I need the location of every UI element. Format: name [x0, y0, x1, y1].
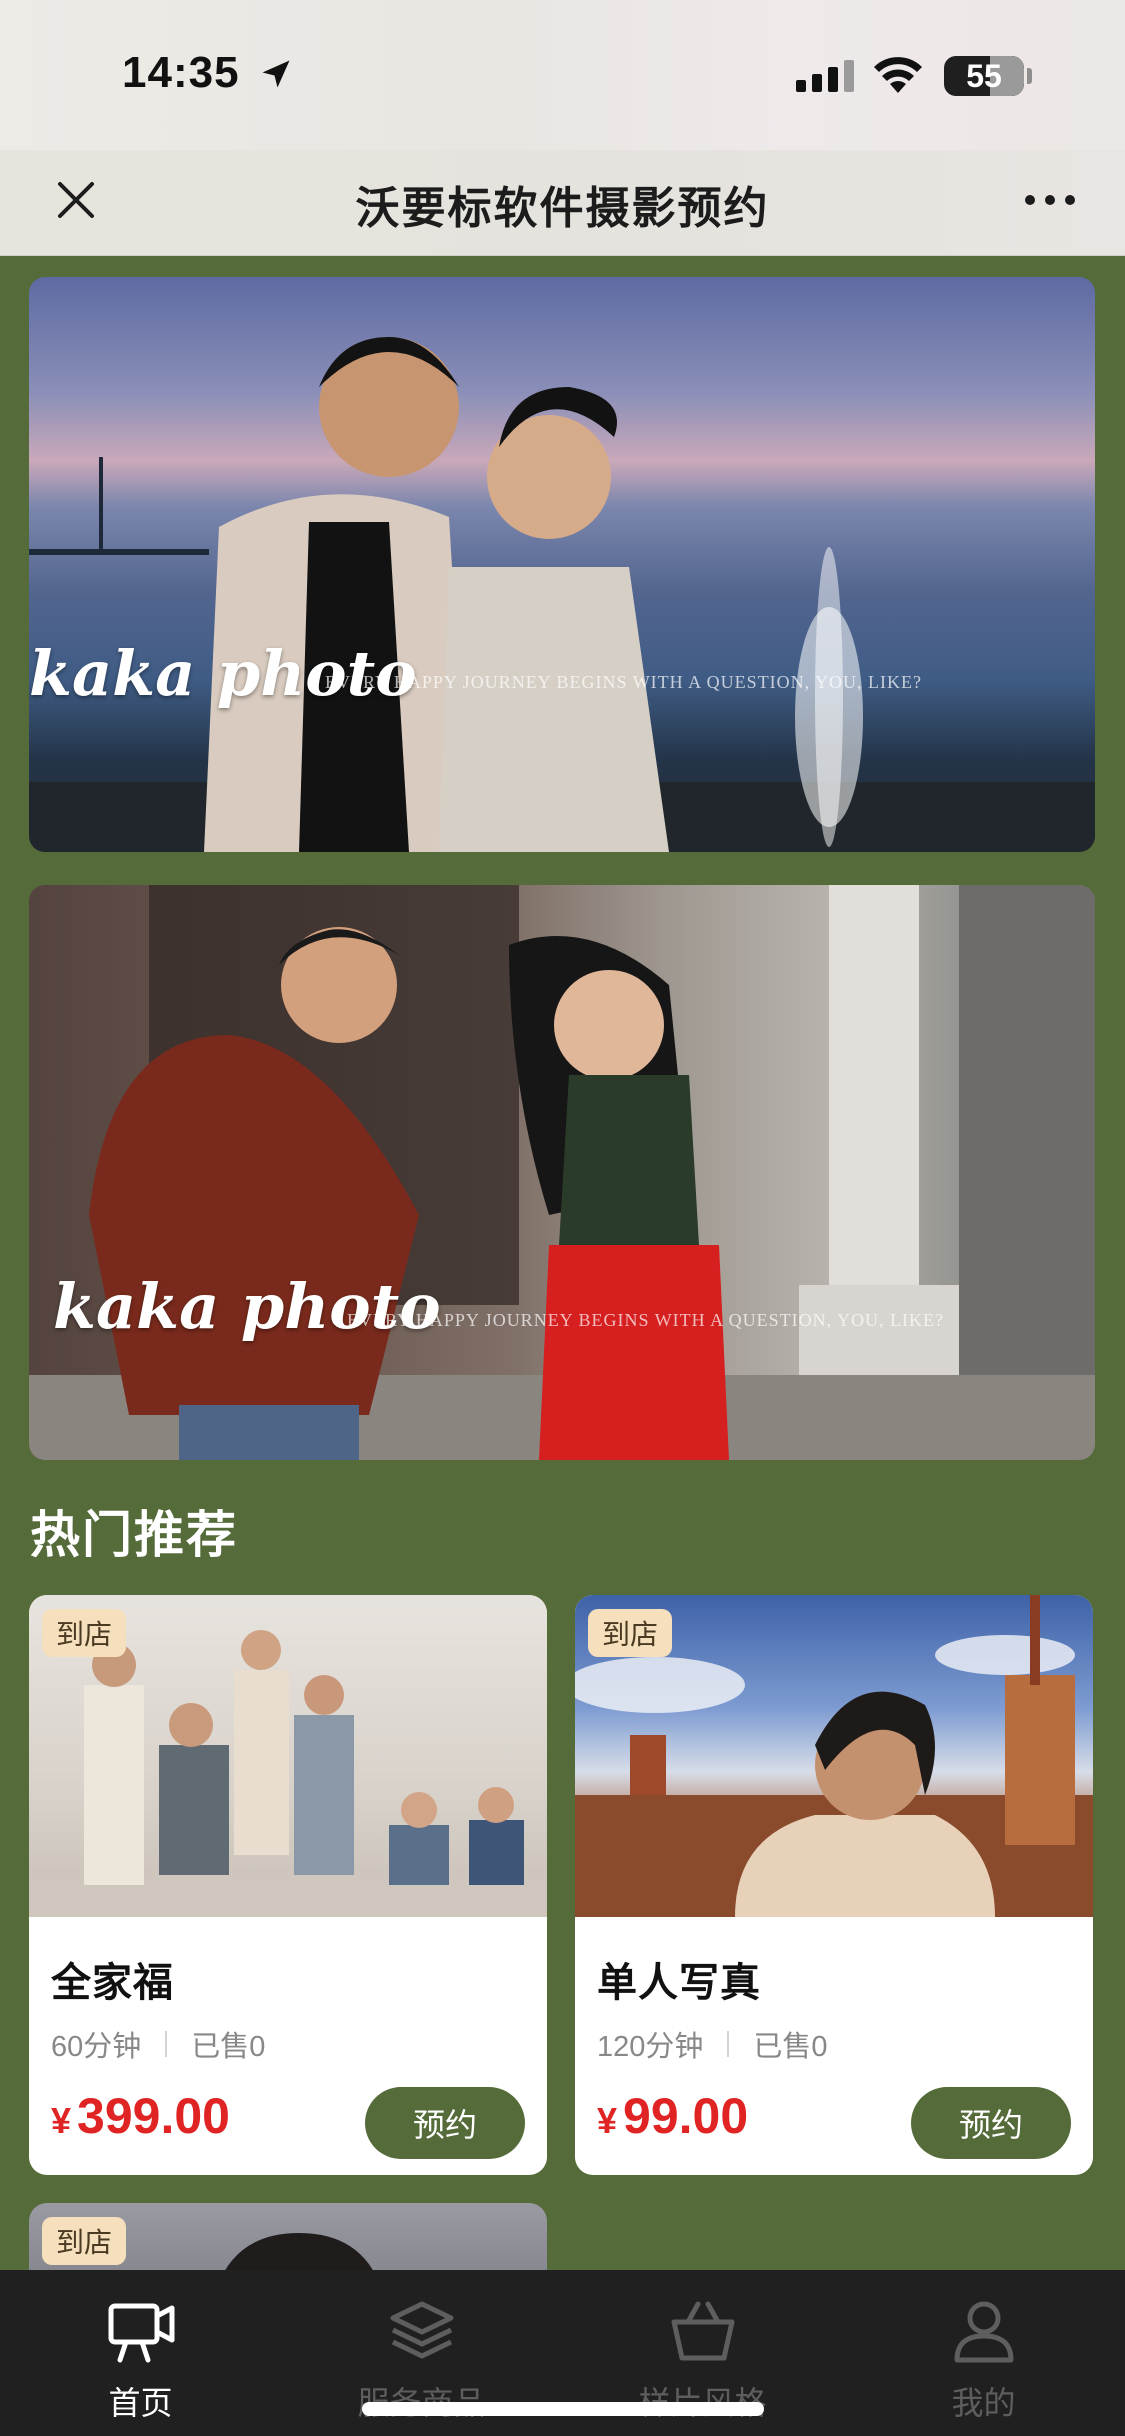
banner-2-photo	[29, 885, 1095, 1460]
more-icon[interactable]	[1020, 188, 1080, 212]
banner-1-photo	[29, 337, 1095, 852]
tab-mine[interactable]: 我的	[843, 2270, 1124, 2436]
tab-label: 服务商品	[281, 2378, 562, 2424]
status-bar: 14:35 55	[0, 0, 1125, 150]
user-icon	[954, 2301, 1014, 2363]
section-title-hot: 热门推荐	[30, 1507, 238, 1563]
wifi-icon	[874, 57, 922, 93]
tab-label: 我的	[951, 2385, 1016, 2421]
layers-icon	[390, 2301, 454, 2359]
product-duration: 60分钟	[51, 2031, 142, 2063]
banner-1-subtext: EVERY HAPPY JOURNEY BEGINS WITH A QUESTI…	[325, 672, 922, 692]
tab-home[interactable]: 首页	[0, 2270, 281, 2436]
battery-level: 55	[966, 57, 1002, 94]
nav-bar: 沃要标软件摄影预约	[0, 150, 1125, 256]
product-name: 全家福	[51, 1961, 174, 2005]
banner-image-2[interactable]: kaka photo EVERY HAPPY JOURNEY BEGINS WI…	[29, 885, 1095, 1460]
product-sold: 已售0	[191, 2031, 266, 2063]
price-amount: 99.00	[623, 2088, 749, 2144]
location-arrow-icon	[262, 60, 290, 88]
banner-2-label: kaka photo	[53, 1270, 441, 1343]
banner-image-1[interactable]: kaka photo EVERY HAPPY JOURNEY BEGINS WI…	[29, 277, 1095, 852]
product-duration: 120分钟	[597, 2031, 704, 2063]
battery-icon: 55	[944, 56, 1024, 96]
tab-label: 首页	[108, 2385, 173, 2421]
price-currency: ¥	[51, 2100, 72, 2141]
product-meta: 60分钟 已售0	[51, 2023, 265, 2065]
product-image[interactable]: 到店	[575, 1595, 1093, 1917]
tag-in-store: 到店	[588, 1609, 673, 1657]
product-image[interactable]: 到店	[29, 1595, 547, 1917]
product-price: ¥99.00	[597, 2087, 748, 2145]
basket-icon	[671, 2301, 735, 2361]
book-button[interactable]: 预约	[911, 2087, 1071, 2159]
product-meta: 120分钟 已售0	[597, 2023, 828, 2065]
book-button[interactable]: 预约	[365, 2087, 525, 2159]
meta-divider	[165, 2031, 168, 2057]
status-time: 14:35	[122, 48, 240, 97]
product-card-family[interactable]: 到店 全家福 60分钟 已售0 ¥399.00 预约	[29, 1595, 547, 2175]
home-indicator	[362, 2402, 764, 2416]
product-price: ¥399.00	[51, 2087, 230, 2145]
meta-divider	[727, 2031, 730, 2057]
product-card-portrait[interactable]: 到店 单人写真 120分钟 已售0 ¥99.00 预约	[575, 1595, 1093, 2175]
product-sold: 已售0	[753, 2031, 828, 2063]
price-amount: 399.00	[77, 2088, 230, 2144]
battery-tip	[1027, 68, 1032, 84]
price-currency: ¥	[597, 2100, 618, 2141]
tag-in-store: 到店	[42, 1609, 127, 1657]
tag-in-store: 到店	[42, 2217, 127, 2265]
product-name: 单人写真	[597, 1961, 761, 2005]
home-camera-icon	[108, 2303, 175, 2363]
signal-icon	[796, 60, 854, 92]
tab-label: 样片风格	[562, 2378, 843, 2424]
page-title: 沃要标软件摄影预约	[355, 184, 770, 233]
banner-2-subtext: EVERY HAPPY JOURNEY BEGINS WITH A QUESTI…	[347, 1310, 944, 1330]
